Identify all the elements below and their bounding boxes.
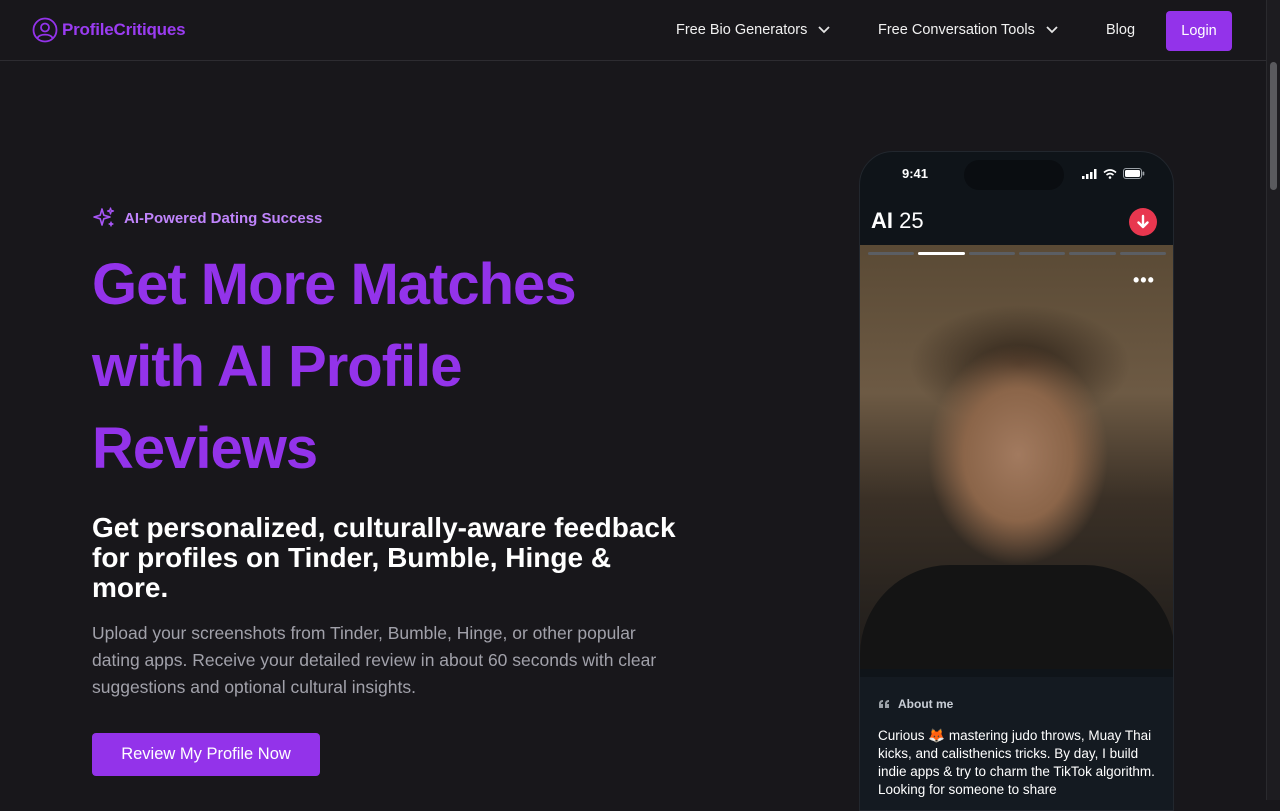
nav-free-bio-generators[interactable]: Free Bio Generators <box>676 22 831 38</box>
logo[interactable]: ProfileCritiques <box>32 17 186 43</box>
more-options-icon[interactable]: ••• <box>1133 270 1155 291</box>
phone-notch <box>964 160 1064 190</box>
photo-progress-bar <box>868 252 1166 255</box>
signal-icon <box>1082 168 1097 179</box>
chevron-down-icon <box>1046 26 1058 34</box>
profile-age: 25 <box>899 208 924 233</box>
about-text: Curious 🦊 mastering judo throws, Muay Th… <box>878 728 1155 797</box>
profile-photo[interactable] <box>860 245 1173 669</box>
sparkles-icon <box>93 207 115 227</box>
nav-item-label: Free Bio Generators <box>676 22 808 38</box>
progress-segment <box>1069 252 1116 255</box>
hero-title: Get More Matches with AI Profile Reviews <box>92 252 577 481</box>
profile-name: AI <box>871 208 893 233</box>
chevron-down-icon <box>818 26 831 34</box>
nav-item-label: Free Conversation Tools <box>878 22 1035 38</box>
down-arrow-button[interactable] <box>1129 208 1157 236</box>
phone-mockup: 9:41 AI 25 ••• About me Curious 🦊 master… <box>859 151 1174 811</box>
progress-segment <box>868 252 915 255</box>
about-heading: About me <box>878 697 953 711</box>
phone-profile-name: AI 25 <box>871 208 924 234</box>
user-circle-icon <box>32 17 58 43</box>
nav-item-label: Blog <box>1106 22 1136 38</box>
phone-status-bar <box>1082 168 1145 179</box>
logo-text: ProfileCritiques <box>62 20 186 39</box>
scrollbar-thumb[interactable] <box>1270 62 1277 190</box>
badge-text: AI-Powered Dating Success <box>124 209 323 227</box>
top-navigation: ProfileCritiques Free Bio Generators Fre… <box>0 0 1266 61</box>
phone-time: 9:41 <box>902 166 929 181</box>
hero-subtitle: Get personalized, culturally-aware feedb… <box>92 512 676 603</box>
battery-icon <box>1123 168 1145 179</box>
scrollbar[interactable] <box>1266 0 1280 800</box>
login-button[interactable]: Login <box>1166 11 1232 51</box>
progress-segment <box>918 252 965 255</box>
nav-blog[interactable]: Blog <box>1106 22 1135 38</box>
review-profile-button[interactable]: Review My Profile Now <box>92 733 320 776</box>
arrow-down-icon <box>1137 214 1149 229</box>
photo-shirt-shape <box>860 565 1173 669</box>
about-me-section: About me Curious 🦊 mastering judo throws… <box>860 677 1173 810</box>
quote-icon <box>879 700 889 708</box>
wifi-icon <box>1103 168 1117 179</box>
progress-segment <box>1018 252 1066 255</box>
hero-badge: AI-Powered Dating Success <box>92 206 322 230</box>
progress-segment <box>1119 252 1166 255</box>
hero-description: Upload your screenshots from Tinder, Bum… <box>92 623 657 697</box>
progress-segment <box>968 252 1015 255</box>
nav-free-conversation-tools[interactable]: Free Conversation Tools <box>878 22 1059 38</box>
about-heading-text: About me <box>898 697 954 711</box>
